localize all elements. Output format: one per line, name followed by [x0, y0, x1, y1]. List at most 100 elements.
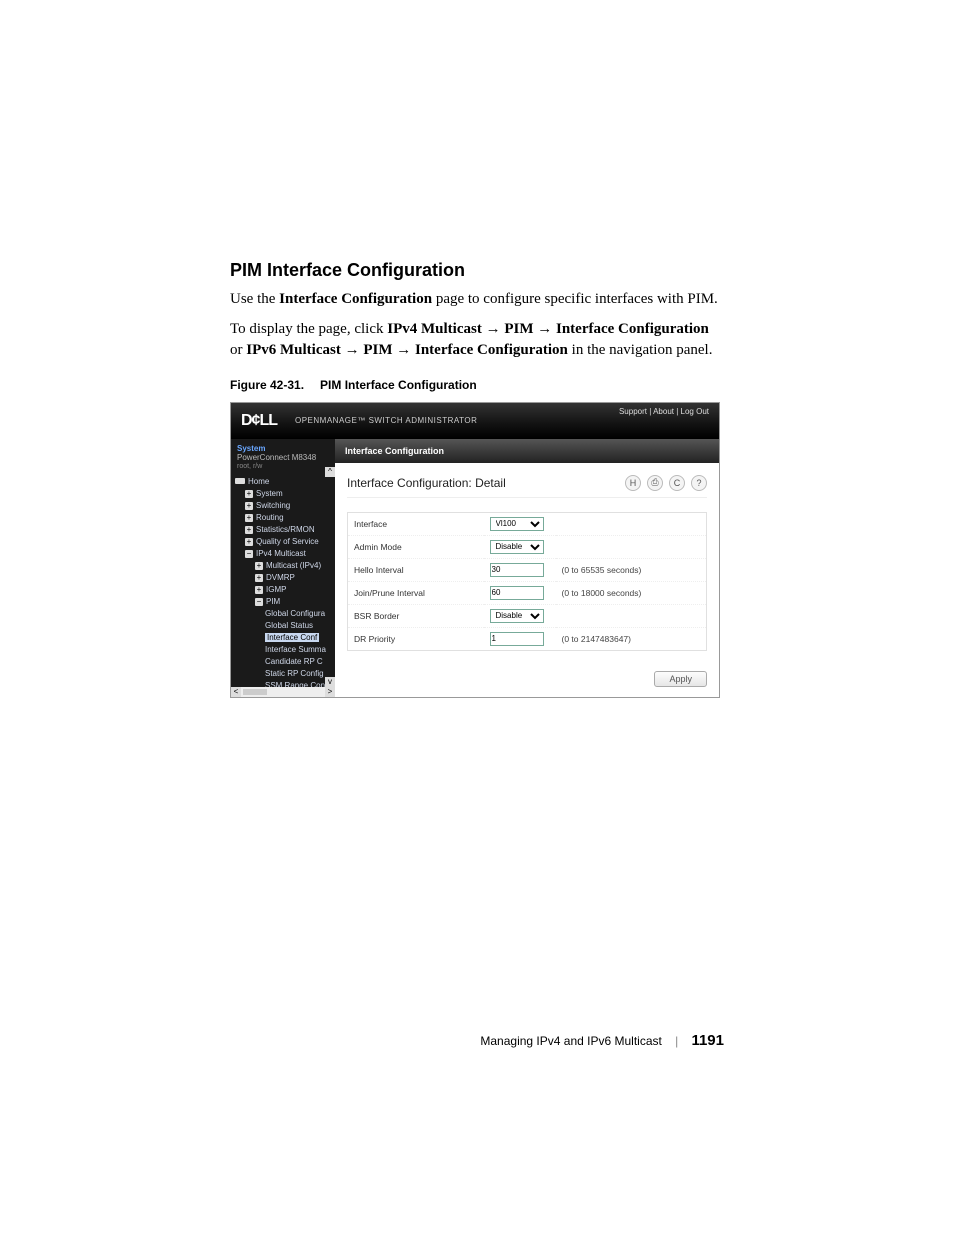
page-number: 1191	[691, 1032, 724, 1049]
app-topbar: D¢LL OPENMANAGE™ SWITCH ADMINISTRATOR Su…	[231, 403, 719, 439]
user-label: root, r/w	[237, 463, 329, 471]
tree-label: Global Configura	[265, 609, 325, 618]
expand-icon: +	[245, 490, 253, 498]
input-join-prune[interactable]	[490, 586, 544, 600]
horizontal-scrollbar[interactable]: < >	[231, 687, 335, 697]
tree-item-ipv4-multicast[interactable]: −IPv4 Multicast	[235, 548, 335, 560]
footer-title: Managing IPv4 and IPv6 Multicast	[480, 1034, 661, 1048]
expand-icon: +	[245, 514, 253, 522]
select-interface[interactable]: Vl100	[490, 517, 544, 531]
nav-tree: Home +System +Switching +Routing +Statis…	[231, 474, 335, 696]
model-label: PowerConnect M8348	[237, 453, 329, 463]
detail-header: Interface Configuration: Detail H ⎙ C ?	[347, 475, 707, 491]
tree-label: Multicast (IPv4)	[266, 561, 321, 570]
tree-label: Global Status	[265, 621, 313, 630]
input-hello[interactable]	[490, 563, 544, 577]
tree-label: IPv4 Multicast	[256, 549, 306, 558]
tree-item-pim[interactable]: −PIM	[235, 596, 335, 608]
dell-logo: D¢LL	[241, 412, 277, 430]
print-icon[interactable]: ⎙	[647, 475, 663, 491]
text-bold: PIM	[504, 321, 533, 337]
about-link[interactable]: About	[653, 407, 674, 416]
tree-label: Statistics/RMON	[256, 525, 315, 534]
main-panel: Interface Configuration Interface Config…	[335, 439, 719, 697]
intro-paragraph: Use the Interface Configuration page to …	[230, 289, 720, 309]
row-admin-mode: Admin Mode Disable	[348, 535, 707, 558]
scroll-up-icon[interactable]: ^	[325, 467, 335, 477]
tree-item-stats[interactable]: +Statistics/RMON	[235, 524, 335, 536]
arrow-icon: →	[537, 320, 552, 337]
tree-item-qos[interactable]: +Quality of Service	[235, 536, 335, 548]
tree-item-static-rp[interactable]: Static RP Config	[235, 668, 335, 680]
tree-item-multicast[interactable]: +Multicast (IPv4)	[235, 560, 335, 572]
tree-label: Interface Summa	[265, 645, 326, 654]
footer-separator: |	[675, 1034, 678, 1048]
collapse-icon: −	[245, 550, 253, 558]
tree-label: IGMP	[266, 585, 286, 594]
refresh-icon[interactable]: C	[669, 475, 685, 491]
top-links: Support | About | Log Out	[619, 407, 709, 416]
help-icon[interactable]: ?	[691, 475, 707, 491]
apply-button[interactable]: Apply	[654, 671, 707, 687]
text-bold: Interface Configuration	[415, 342, 568, 358]
label-interface: Interface	[348, 512, 484, 535]
page-content: PIM Interface Configuration Use the Inte…	[230, 260, 720, 698]
panel-tab: Interface Configuration	[335, 439, 719, 463]
tree-label: Home	[248, 477, 269, 486]
row-hello-interval: Hello Interval (0 to 65535 seconds)	[348, 558, 707, 581]
support-link[interactable]: Support	[619, 407, 647, 416]
text: To display the page, click	[230, 321, 387, 337]
figure-number: Figure 42-31.	[230, 378, 304, 392]
arrow-icon: →	[345, 341, 360, 358]
tree-item-global-status[interactable]: Global Status	[235, 620, 335, 632]
scroll-thumb[interactable]	[243, 689, 267, 695]
hint-dr: (0 to 2147483647)	[556, 627, 707, 650]
tree-label: PIM	[266, 597, 280, 606]
expand-icon: +	[245, 526, 253, 534]
tree-item-igmp[interactable]: +IGMP	[235, 584, 335, 596]
tree-item-interface-config[interactable]: Interface Conf	[235, 632, 335, 644]
tree-item-dvmrp[interactable]: +DVMRP	[235, 572, 335, 584]
tree-label: Static RP Config	[265, 669, 324, 678]
scroll-left-icon[interactable]: <	[231, 687, 241, 697]
tree-item-switching[interactable]: +Switching	[235, 500, 335, 512]
scroll-down-icon[interactable]: v	[325, 677, 335, 687]
text: Use the	[230, 291, 279, 307]
hint-admin-mode	[556, 535, 707, 558]
config-form: Interface Vl100 Admin Mode Disable Hello…	[347, 512, 707, 651]
text-bold: PIM	[363, 342, 392, 358]
figure-caption: Figure 42-31.PIM Interface Configuration	[230, 378, 720, 392]
scroll-right-icon[interactable]: >	[325, 687, 335, 697]
expand-icon: +	[255, 562, 263, 570]
arrow-icon: →	[486, 320, 501, 337]
text-bold: Interface Configuration	[556, 321, 709, 337]
expand-icon: +	[245, 502, 253, 510]
tree-item-system[interactable]: +System	[235, 488, 335, 500]
row-interface: Interface Vl100	[348, 512, 707, 535]
expand-icon: +	[245, 538, 253, 546]
tree-item-global-config[interactable]: Global Configura	[235, 608, 335, 620]
row-join-prune: Join/Prune Interval (0 to 18000 seconds)	[348, 581, 707, 604]
save-icon[interactable]: H	[625, 475, 641, 491]
label-hello: Hello Interval	[348, 558, 484, 581]
app-name: OPENMANAGE™ SWITCH ADMINISTRATOR	[295, 416, 477, 425]
tree-item-home[interactable]: Home	[235, 476, 335, 488]
select-admin-mode[interactable]: Disable	[490, 540, 544, 554]
logout-link[interactable]: Log Out	[681, 407, 709, 416]
tree-item-interface-summary[interactable]: Interface Summa	[235, 644, 335, 656]
row-bsr-border: BSR Border Disable	[348, 604, 707, 627]
hint-bsr	[556, 604, 707, 627]
hint-interface	[556, 512, 707, 535]
tree-label: DVMRP	[266, 573, 295, 582]
tree-label: System	[256, 489, 283, 498]
tree-item-routing[interactable]: +Routing	[235, 512, 335, 524]
input-dr[interactable]	[490, 632, 544, 646]
collapse-icon: −	[255, 598, 263, 606]
tree-item-candidate-rp[interactable]: Candidate RP C	[235, 656, 335, 668]
nav-sidebar: System PowerConnect M8348 root, r/w ^ Ho…	[231, 439, 335, 697]
tree-label: Routing	[256, 513, 284, 522]
screenshot: D¢LL OPENMANAGE™ SWITCH ADMINISTRATOR Su…	[230, 402, 720, 698]
system-block: System PowerConnect M8348 root, r/w	[231, 439, 335, 475]
select-bsr[interactable]: Disable	[490, 609, 544, 623]
expand-icon: +	[255, 574, 263, 582]
